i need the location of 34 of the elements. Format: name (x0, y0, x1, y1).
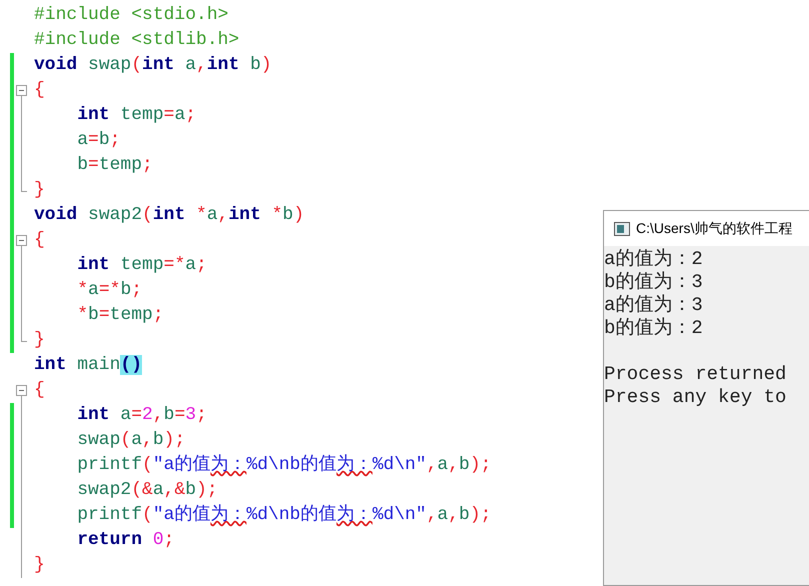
code-line: *a=*b; (76, 279, 142, 302)
code-line: int temp=a; (76, 104, 196, 127)
code-line: } (34, 329, 45, 352)
console-output-line: b的值为：2 (604, 317, 704, 340)
code-line: #include <stdlib.h> (34, 29, 240, 52)
code-line: return 0; (76, 529, 174, 552)
code-line: { (34, 229, 45, 252)
code-line: int a=2,b=3; (76, 404, 207, 427)
console-output-line: b的值为：3 (604, 271, 704, 294)
console-output-line: Process returned (604, 363, 788, 386)
code-line: b=temp; (76, 154, 153, 177)
code-line: void swap2(int *a,int *b) (34, 204, 304, 227)
code-line: a=b; (76, 129, 120, 152)
code-line: { (34, 379, 45, 402)
code-line: *b=temp; (76, 304, 164, 327)
code-line: #include <stdio.h> (34, 4, 228, 27)
code-line: } (34, 554, 45, 577)
code-line: int main() (34, 354, 142, 377)
console-output-line: Press any key to (604, 386, 788, 409)
code-line: swap2(&a,&b); (76, 479, 218, 502)
console-title: C:\Users\帅气的软件工程 (636, 219, 792, 238)
console-app-icon (614, 222, 630, 236)
console-output-line: a的值为：3 (604, 294, 704, 317)
code-line: swap(a,b); (76, 429, 186, 452)
fold-toggle-icon[interactable] (16, 235, 28, 253)
console-output-line: a的值为：2 (604, 248, 704, 271)
code-line: printf("a的值为：%d\nb的值为：%d\n",a,b); (76, 503, 492, 527)
fold-toggle-icon[interactable] (16, 85, 28, 103)
code-line: int temp=*a; (76, 254, 207, 277)
fold-toggle-icon[interactable] (16, 385, 28, 403)
code-line: } (34, 179, 45, 202)
code-line: void swap(int a,int b) (34, 54, 272, 77)
code-line: printf("a的值为：%d\nb的值为：%d\n",a,b); (76, 453, 492, 477)
code-line: { (34, 79, 45, 102)
